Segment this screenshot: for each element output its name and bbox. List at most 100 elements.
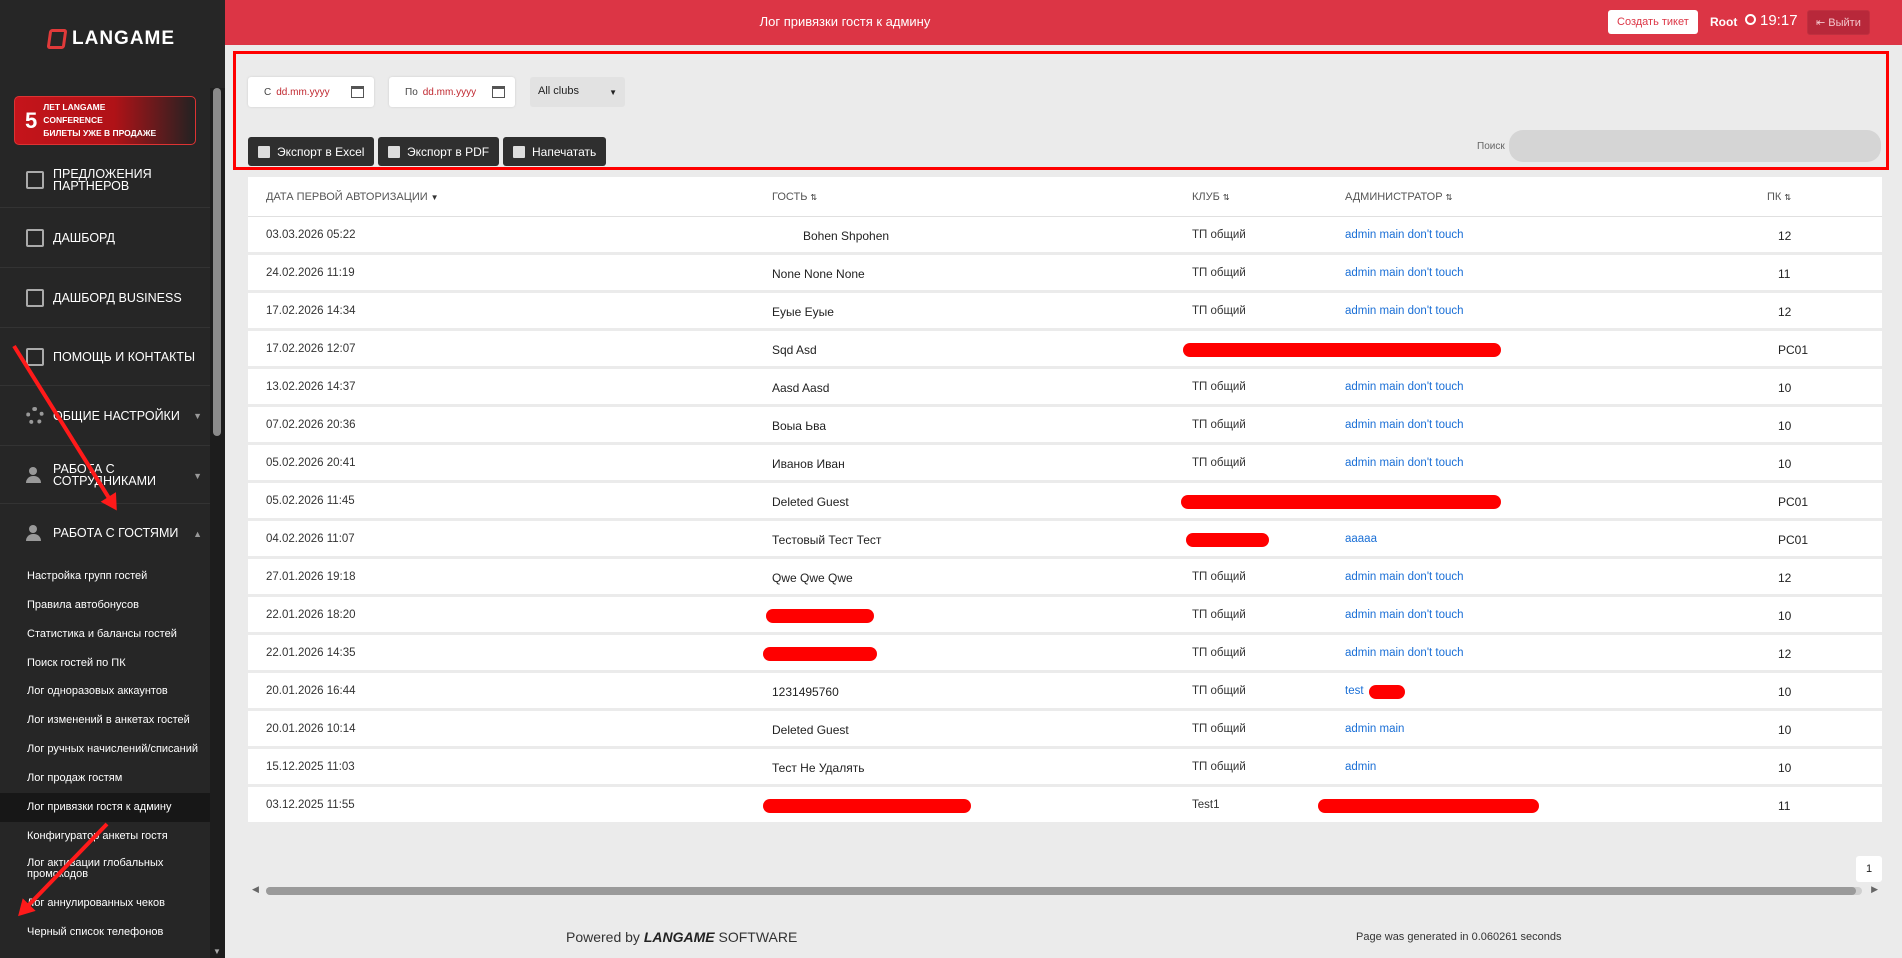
cell-pc: 10 <box>1778 419 1792 433</box>
redaction-mark <box>766 609 874 623</box>
sub-item[interactable]: Лог активации глобальных промокодов <box>0 851 210 887</box>
user-name[interactable]: Root <box>1710 15 1737 29</box>
search-input[interactable] <box>1509 130 1881 162</box>
create-ticket-button[interactable]: Создать тикет <box>1608 10 1698 34</box>
calendar-icon[interactable] <box>492 86 505 98</box>
cell-date: 24.02.2026 11:19 <box>266 267 355 279</box>
table-row: 03.03.2026 05:22 Bohen Shpohen ТП общий adm… <box>248 217 1882 255</box>
sub-item[interactable]: Черный список телефонов <box>0 918 210 947</box>
date-to-prefix: По <box>405 86 418 98</box>
banner-number: 5 <box>25 108 38 133</box>
cell-guest: Еуые Еуые <box>772 305 834 319</box>
cell-club: ТП общий <box>1192 229 1246 241</box>
sub-item[interactable]: Правила автобонусов <box>0 591 210 620</box>
page-1-button[interactable]: 1 <box>1856 856 1882 882</box>
sub-item[interactable]: Настройка групп гостей <box>0 562 210 591</box>
cell-club: ТП общий <box>1192 723 1246 735</box>
nav-dashboard[interactable]: ДАШБОРД <box>0 208 210 268</box>
sub-item[interactable]: Лог одноразовых аккаунтов <box>0 677 210 706</box>
pdf-icon <box>388 145 400 158</box>
edit-icon <box>26 288 44 307</box>
print-button[interactable]: Напечатать <box>503 137 607 166</box>
cell-pc: 11 <box>1778 267 1791 281</box>
cell-admin[interactable]: admin main don't touch <box>1345 457 1464 469</box>
cell-admin[interactable]: test <box>1345 685 1364 697</box>
sort-icon: ⇅ <box>1445 193 1453 202</box>
cell-admin[interactable]: aaaaa <box>1345 533 1377 545</box>
cell-pc: PC01 <box>1778 343 1809 357</box>
table-row: 20.01.2026 16:44 1231495760 ТП общий test 10 <box>248 673 1882 711</box>
sub-item[interactable]: Лог изменений в анкетах гостей <box>0 706 210 735</box>
edit-icon <box>26 347 44 366</box>
col-date[interactable]: ДАТА ПЕРВОЙ АВТОРИЗАЦИИ ▼ <box>266 191 439 203</box>
cell-admin[interactable]: admin <box>1345 761 1376 773</box>
scroll-left-icon[interactable]: ◀ <box>252 884 259 895</box>
cell-pc: 10 <box>1778 761 1792 775</box>
cell-admin[interactable]: admin main don't touch <box>1345 381 1464 393</box>
conference-banner[interactable]: 5 ЛЕТ LANGAME CONFERENCE БИЛЕТЫ УЖЕ В ПР… <box>14 96 196 145</box>
export-excel-button[interactable]: Экспорт в Excel <box>248 137 375 166</box>
cell-club: ТП общий <box>1192 609 1246 621</box>
scroll-right-icon[interactable]: ▶ <box>1871 884 1878 895</box>
chevron-down-icon: ▼ <box>193 471 202 481</box>
print-label: Напечатать <box>532 144 597 159</box>
calendar-icon[interactable] <box>351 86 364 98</box>
clock-icon <box>1745 14 1756 25</box>
langame-logo[interactable]: LANGAME <box>46 28 176 50</box>
cell-admin[interactable]: admin main don't touch <box>1345 267 1464 279</box>
export-excel-label: Экспорт в Excel <box>277 144 365 159</box>
export-pdf-button[interactable]: Экспорт в PDF <box>378 137 500 166</box>
users-icon <box>26 524 44 542</box>
date-to-field[interactable]: По dd.mm.yyyy <box>389 77 515 107</box>
cell-admin[interactable]: admin main don't touch <box>1345 609 1464 621</box>
cell-admin[interactable]: admin main don't touch <box>1345 229 1464 241</box>
cell-admin[interactable]: admin main don't touch <box>1345 419 1464 431</box>
cell-date: 05.02.2026 20:41 <box>266 457 356 469</box>
nav-label: ДАШБОРД BUSINESS <box>53 290 182 305</box>
sub-item[interactable]: Поиск гостей по ПК <box>0 649 210 678</box>
cell-date: 07.02.2026 20:36 <box>266 419 356 431</box>
scrollbar-thumb[interactable] <box>266 887 1856 895</box>
sidebar-scrollbar[interactable]: ▲ ▼ <box>210 86 225 958</box>
nav-general-settings[interactable]: ОБЩИЕ НАСТРОЙКИ ▼ <box>0 386 210 446</box>
redaction-mark <box>1181 495 1501 509</box>
col-pc[interactable]: ПК ⇅ <box>1767 191 1791 203</box>
table-row: 05.02.2026 11:45 Deleted Guest PC01 <box>248 483 1882 521</box>
log-table: ДАТА ПЕРВОЙ АВТОРИЗАЦИИ ▼ ГОСТЬ ⇅ КЛУБ ⇅ АД… <box>248 177 1882 825</box>
nav-partner-offers[interactable]: ПРЕДЛОЖЕНИЯ ПАРТНЕРОВ <box>0 152 210 208</box>
logo-text: LANGAME <box>72 28 176 49</box>
table-horizontal-scrollbar[interactable]: ◀ ▶ <box>248 884 1882 898</box>
cell-pc: 12 <box>1778 229 1792 243</box>
sub-item[interactable]: Лог ручных начислений/списаний <box>0 735 210 764</box>
col-club[interactable]: КЛУБ ⇅ <box>1192 191 1230 203</box>
cell-guest: Иванов Иван <box>772 457 845 471</box>
cell-club: ТП общий <box>1192 305 1246 317</box>
cell-admin[interactable]: admin main don't touch <box>1345 571 1464 583</box>
excel-icon <box>258 145 270 158</box>
cell-guest: Sqd Asd <box>772 343 817 357</box>
logout-button[interactable]: ⇤ Выйти <box>1807 10 1870 35</box>
cell-pc: 12 <box>1778 305 1792 319</box>
cell-club: Test1 <box>1192 799 1220 811</box>
cell-admin[interactable]: admin main don't touch <box>1345 647 1464 659</box>
sub-item[interactable]: Лог продаж гостям <box>0 764 210 793</box>
cell-admin[interactable]: admin main don't touch <box>1345 305 1464 317</box>
col-admin[interactable]: АДМИНИСТРАТОР ⇅ <box>1345 191 1452 203</box>
date-from-field[interactable]: С dd.mm.yyyy <box>248 77 374 107</box>
cell-date: 22.01.2026 18:20 <box>266 609 356 621</box>
sub-item[interactable]: Статистика и балансы гостей <box>0 620 210 649</box>
sub-item-active[interactable]: Лог привязки гостя к админу <box>0 793 210 822</box>
cell-date: 20.01.2026 16:44 <box>266 685 356 697</box>
nav-guests[interactable]: РАБОТА С ГОСТЯМИ ▲ <box>0 504 210 562</box>
nav-label: ОБЩИЕ НАСТРОЙКИ <box>53 408 180 423</box>
cell-guest: Тестовый Тест Тест <box>772 533 882 547</box>
col-guest[interactable]: ГОСТЬ ⇅ <box>772 191 817 203</box>
table-row: 04.02.2026 11:07 Тестовый Тест Тест aaaaa P… <box>248 521 1882 559</box>
cell-pc: 12 <box>1778 571 1792 585</box>
scrollbar-thumb[interactable] <box>213 88 221 436</box>
cell-admin[interactable]: admin main <box>1345 723 1404 735</box>
scroll-down-icon[interactable]: ▼ <box>213 947 221 956</box>
club-select[interactable]: All clubs ▼ <box>530 77 625 107</box>
nav-dashboard-business[interactable]: ДАШБОРД BUSINESS <box>0 268 210 328</box>
redaction-mark <box>763 647 877 661</box>
